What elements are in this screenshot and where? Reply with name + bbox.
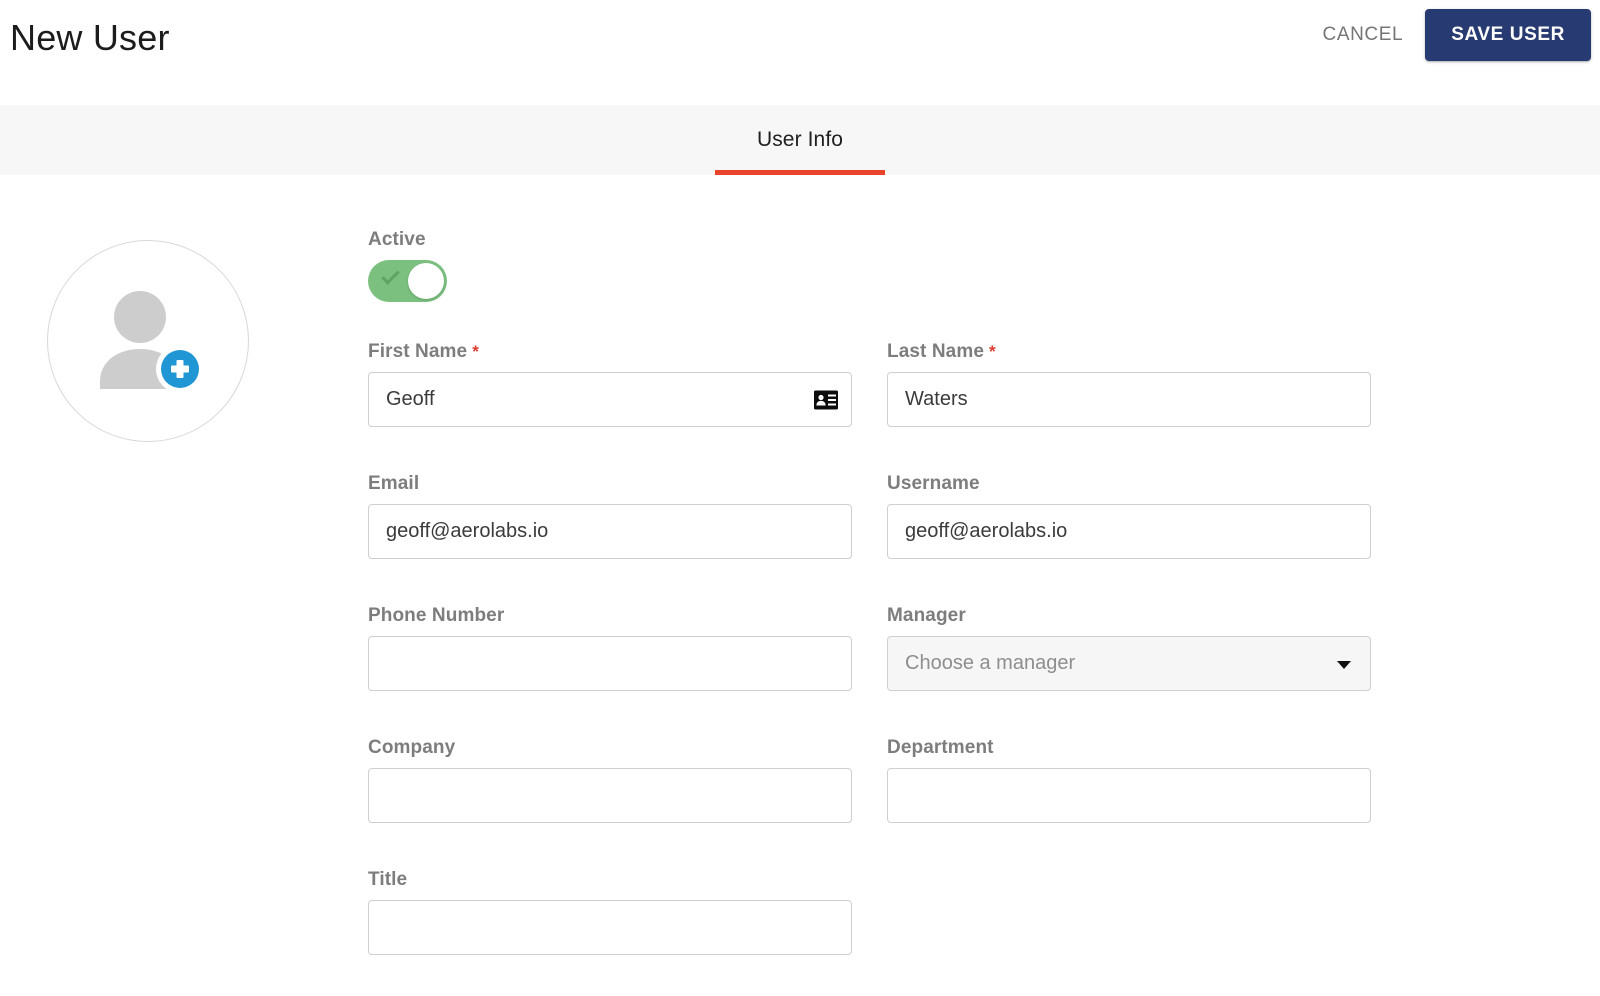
email-label: Email xyxy=(368,473,420,494)
person-add-icon xyxy=(100,291,204,393)
form-row: Title xyxy=(368,870,1600,955)
username-input[interactable] xyxy=(887,504,1371,559)
page-title: New User xyxy=(10,17,170,58)
phone-number-field: Phone Number xyxy=(368,606,852,691)
active-toggle[interactable] xyxy=(368,260,447,302)
title-label: Title xyxy=(368,869,408,890)
title-input[interactable] xyxy=(368,900,852,955)
toggle-knob xyxy=(408,263,444,299)
company-field: Company xyxy=(368,738,852,823)
form-row: Email Username xyxy=(368,474,1600,559)
department-field: Department xyxy=(887,738,1371,823)
username-field: Username xyxy=(887,474,1371,559)
form-row: Phone Number Manager Choose a manager xyxy=(368,606,1600,691)
last-name-field: Last Name * xyxy=(887,342,1371,427)
tab-user-info[interactable]: User Info xyxy=(714,105,886,175)
last-name-label: Last Name * xyxy=(887,341,996,362)
contact-card-icon[interactable] xyxy=(814,390,838,409)
active-field: Active xyxy=(368,230,1600,302)
phone-number-label: Phone Number xyxy=(368,605,505,626)
form-row: Company Department xyxy=(368,738,1600,823)
username-label: Username xyxy=(887,473,980,494)
required-marker: * xyxy=(989,342,996,361)
avatar-upload[interactable] xyxy=(47,240,249,442)
avatar-column xyxy=(0,175,368,996)
first-name-field: First Name * xyxy=(368,342,852,427)
company-input[interactable] xyxy=(368,768,852,823)
form-fields: Active First Name * Geoff Last Name * Wa… xyxy=(368,175,1600,996)
manager-select[interactable]: Choose a manager xyxy=(887,636,1371,691)
first-name-input[interactable] xyxy=(368,372,852,427)
first-name-label: First Name * xyxy=(368,341,479,362)
check-icon xyxy=(381,266,400,285)
email-field: Email xyxy=(368,474,852,559)
manager-select-value: Choose a manager xyxy=(905,652,1076,674)
required-marker: * xyxy=(472,342,479,361)
header-actions: CANCEL SAVE USER xyxy=(1301,9,1591,61)
last-name-input[interactable] xyxy=(887,372,1371,427)
page-header: New User CANCEL SAVE USER xyxy=(0,0,1600,105)
department-label: Department xyxy=(887,737,994,758)
form-row: First Name* Last Name* xyxy=(368,342,1600,427)
manager-field: Manager Choose a manager xyxy=(887,606,1371,691)
phone-number-input[interactable] xyxy=(368,636,852,691)
chevron-down-icon[interactable] xyxy=(1337,660,1351,669)
manager-label: Manager xyxy=(887,605,966,626)
active-label: Active xyxy=(368,229,426,250)
cancel-button[interactable]: CANCEL xyxy=(1301,10,1426,60)
department-input[interactable] xyxy=(887,768,1371,823)
save-user-button[interactable]: SAVE USER xyxy=(1425,9,1591,61)
tab-user-info-label: User Info xyxy=(756,128,844,151)
user-form: Active First Name * Geoff Last Name * Wa… xyxy=(0,175,1600,996)
tab-bar: User Info xyxy=(0,105,1600,175)
title-field: Title xyxy=(368,870,852,955)
company-label: Company xyxy=(368,737,456,758)
email-input[interactable] xyxy=(368,504,852,559)
